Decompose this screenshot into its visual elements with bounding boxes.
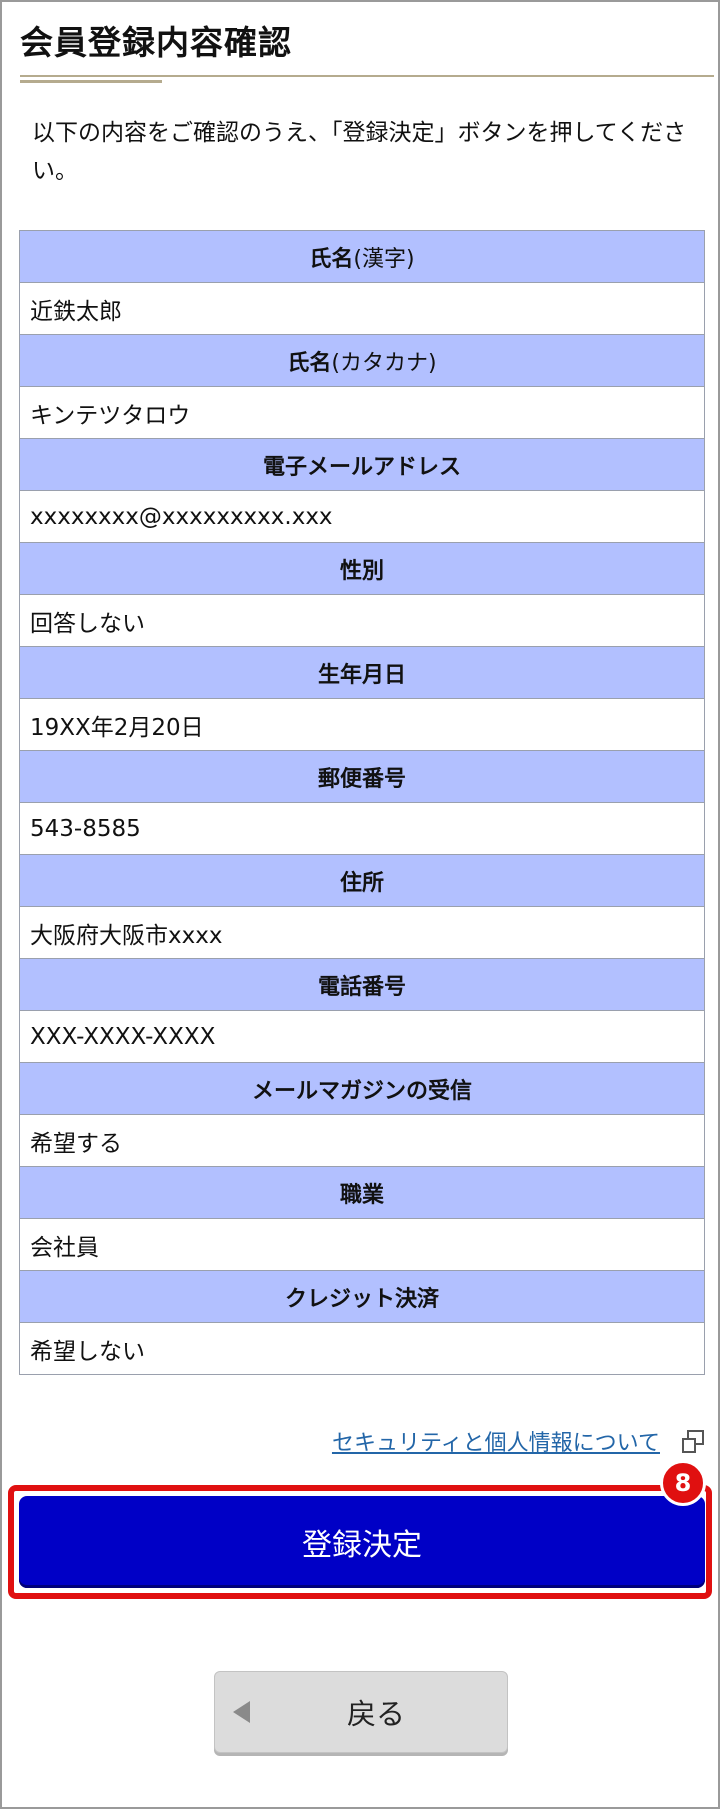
field-label: 電話番号 bbox=[19, 958, 705, 1011]
field-value-birthdate: 19XX年2月20日 bbox=[19, 698, 705, 751]
field-value-row: xxxxxxxx@xxxxxxxxx.xxx bbox=[19, 490, 705, 543]
registration-summary-table: 氏名(漢字) 近鉄太郎 氏名(カタカナ) キンテツタロウ 電子メールアドレス x… bbox=[19, 230, 705, 1375]
field-value-email: xxxxxxxx@xxxxxxxxx.xxx bbox=[19, 490, 705, 543]
field-value-row: 希望する bbox=[19, 1114, 705, 1167]
back-button-label: 戻る bbox=[346, 1697, 405, 1731]
field-value-row: XXX-XXXX-XXXX bbox=[19, 1010, 705, 1063]
field-value-row: 会社員 bbox=[19, 1218, 705, 1271]
field-label-row: クレジット決済 bbox=[19, 1270, 705, 1323]
field-label: 氏名(漢字) bbox=[19, 230, 705, 283]
security-privacy-link[interactable]: セキュリティと個人情報について bbox=[332, 1425, 660, 1457]
title-divider bbox=[20, 75, 714, 77]
step-number-badge: 8 bbox=[660, 1460, 706, 1506]
field-label-row: 電子メールアドレス bbox=[19, 438, 705, 491]
field-label: 生年月日 bbox=[19, 646, 705, 699]
field-value-gender: 回答しない bbox=[19, 594, 705, 647]
field-label-row: 職業 bbox=[19, 1166, 705, 1219]
title-divider-accent bbox=[20, 80, 162, 83]
field-label: 郵便番号 bbox=[19, 750, 705, 803]
page-title: 会員登録内容確認 bbox=[20, 23, 292, 62]
field-value-newsletter: 希望する bbox=[19, 1114, 705, 1167]
field-value-name-kana: キンテツタロウ bbox=[19, 386, 705, 439]
field-value-credit-payment: 希望しない bbox=[19, 1322, 705, 1375]
field-label-row: メールマガジンの受信 bbox=[19, 1062, 705, 1115]
intro-text: 以下の内容をご確認のうえ、「登録決定」ボタンを押してください。 bbox=[32, 120, 687, 184]
back-button[interactable]: 戻る bbox=[214, 1671, 508, 1753]
external-window-icon[interactable] bbox=[680, 1429, 706, 1455]
field-value-row: 近鉄太郎 bbox=[19, 282, 705, 335]
field-label-row: 郵便番号 bbox=[19, 750, 705, 803]
field-label: 性別 bbox=[19, 542, 705, 595]
field-value-row: 希望しない bbox=[19, 1322, 705, 1375]
field-value-row: 大阪府大阪市xxxx bbox=[19, 906, 705, 959]
field-label-row: 電話番号 bbox=[19, 958, 705, 1011]
register-submit-button[interactable]: 登録決定 bbox=[19, 1496, 705, 1588]
field-value-name-kanji: 近鉄太郎 bbox=[19, 282, 705, 335]
field-value-phone: XXX-XXXX-XXXX bbox=[19, 1010, 705, 1063]
field-label: 職業 bbox=[19, 1166, 705, 1219]
field-value-address: 大阪府大阪市xxxx bbox=[19, 906, 705, 959]
field-value-row: キンテツタロウ bbox=[19, 386, 705, 439]
field-label: 住所 bbox=[19, 854, 705, 907]
field-label: 氏名(カタカナ) bbox=[19, 334, 705, 387]
field-label-row: 氏名(漢字) bbox=[19, 230, 705, 283]
field-label: メールマガジンの受信 bbox=[19, 1062, 705, 1115]
page-frame: 会員登録内容確認 以下の内容をご確認のうえ、「登録決定」ボタンを押してください。… bbox=[0, 0, 720, 1809]
field-label-row: 性別 bbox=[19, 542, 705, 595]
field-value-row: 回答しない bbox=[19, 594, 705, 647]
field-value-occupation: 会社員 bbox=[19, 1218, 705, 1271]
field-label-row: 住所 bbox=[19, 854, 705, 907]
field-value-postal-code: 543-8585 bbox=[19, 802, 705, 855]
field-label: 電子メールアドレス bbox=[19, 438, 705, 491]
field-value-row: 543-8585 bbox=[19, 802, 705, 855]
field-label-row: 生年月日 bbox=[19, 646, 705, 699]
field-value-row: 19XX年2月20日 bbox=[19, 698, 705, 751]
field-label: クレジット決済 bbox=[19, 1270, 705, 1323]
field-label-row: 氏名(カタカナ) bbox=[19, 334, 705, 387]
